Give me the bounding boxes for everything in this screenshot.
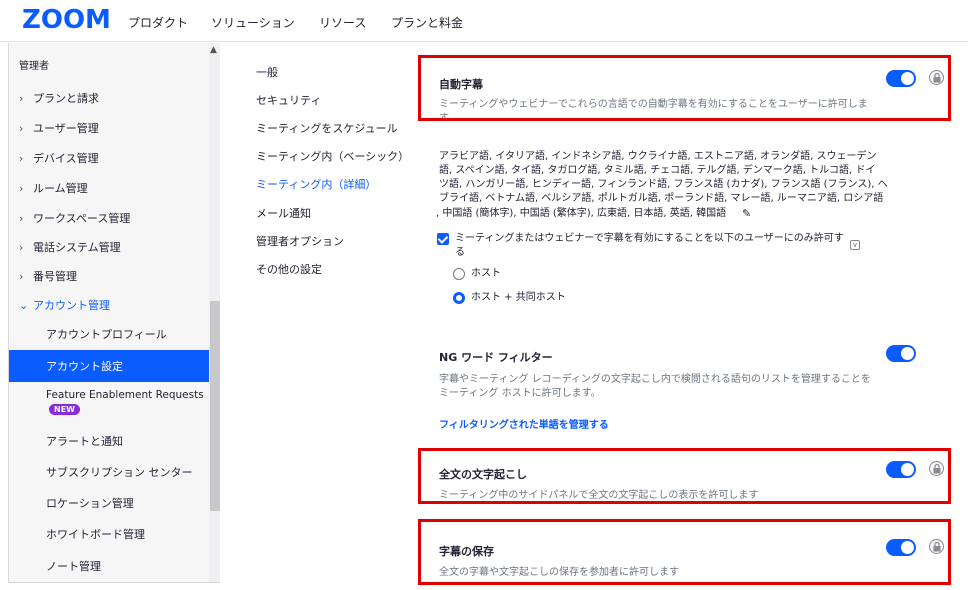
- chevron-down-icon: ⌄: [19, 298, 29, 312]
- sidebar-subitem-feature-enablement[interactable]: Feature Enablement Requests NEW: [9, 384, 209, 424]
- only-allow-checkbox[interactable]: [437, 233, 449, 245]
- sidebar-subitem-whiteboard-management[interactable]: ホワイトボード管理: [9, 519, 209, 549]
- highlight-box-save-caption: [418, 519, 951, 585]
- chevron-right-icon: ›: [19, 240, 24, 254]
- sidebar-subitem-location-management[interactable]: ロケーション管理: [9, 488, 209, 518]
- sidebar-subitem-alerts[interactable]: アラートと通知: [9, 426, 209, 456]
- nav-resources[interactable]: リソース: [319, 14, 366, 31]
- tab-in-meeting-basic[interactable]: ミーティング内（ベーシック）: [256, 148, 409, 164]
- sidebar-subitem-notes-management[interactable]: ノート管理: [9, 551, 209, 581]
- tab-general[interactable]: 一般: [256, 64, 278, 80]
- sidebar-subitem-subscription-center[interactable]: サブスクリプション センター: [9, 457, 209, 487]
- scroll-up-arrow-icon[interactable]: ▲: [210, 45, 217, 55]
- language-list-line-3: ツ語, ハンガリー語, ヒンディー語, フィンランド語, フランス語 (カナダ)…: [439, 179, 888, 190]
- new-badge: NEW: [49, 404, 80, 415]
- tab-security[interactable]: セキュリティ: [256, 92, 321, 108]
- chevron-right-icon: ›: [19, 151, 24, 165]
- info-icon[interactable]: v: [850, 240, 860, 250]
- language-list-line-4: ブライ語, ベトナム語, ベルシア語, ポルトガル語, ポーランド語, マレー語…: [439, 193, 884, 204]
- radio-host-label: ホスト: [471, 268, 501, 279]
- language-list-line-1: アラビア語, イタリア語, インドネシア語, ウクライナ語, エストニア語, オ…: [439, 151, 877, 162]
- sidebar-item-room-management[interactable]: › ルーム管理: [9, 173, 209, 203]
- radio-host-cohost[interactable]: [453, 292, 465, 304]
- tab-admin-options[interactable]: 管理者オプション: [256, 233, 344, 249]
- highlight-box-auto-caption: [418, 55, 951, 121]
- sidebar-item-account-management[interactable]: ⌄ アカウント管理: [9, 290, 209, 320]
- ng-filter-toggle[interactable]: [886, 345, 916, 362]
- sidebar-item-user-management[interactable]: › ユーザー管理: [9, 113, 209, 143]
- language-list-line-5: , 中国語 (簡体字), 中国語 (繁体字), 広東語, 日本語, 英語, 韓国…: [436, 208, 727, 219]
- sidebar-subitem-account-profile[interactable]: アカウントプロフィール: [9, 319, 209, 349]
- sidebar-item-number-management[interactable]: › 番号管理: [9, 261, 209, 291]
- chevron-right-icon: ›: [19, 181, 24, 195]
- admin-sidebar: 管理者 › プランと請求 › ユーザー管理 › デバイス管理 › ルーム管理 ›…: [8, 43, 220, 583]
- language-list-line-2: 語, スペイン語, タイ語, タガログ語, タミル語, チェコ語, テルグ語, …: [439, 165, 876, 176]
- ng-filter-description-line-1: 字幕やミーティング レコーディングの文字起こし内で検閲される語句のリストを管理す…: [439, 374, 871, 385]
- chevron-right-icon: ›: [19, 121, 24, 135]
- radio-host-cohost-label: ホスト + 共同ホスト: [471, 292, 566, 303]
- chevron-right-icon: ›: [19, 211, 24, 225]
- pencil-edit-icon[interactable]: ✎: [742, 207, 751, 220]
- sidebar-section-admin: 管理者: [19, 60, 49, 72]
- ng-filter-description-line-2: ミーティング ホストに許可します。: [439, 388, 601, 399]
- chevron-right-icon: ›: [19, 269, 24, 283]
- only-allow-checkbox-label-tail: る: [455, 247, 465, 258]
- zoom-logo[interactable]: ZOOM: [22, 5, 111, 35]
- tab-schedule-meeting[interactable]: ミーティングをスケジュール: [256, 120, 398, 136]
- tab-other-settings[interactable]: その他の設定: [256, 261, 322, 277]
- nav-plans-pricing[interactable]: プランと料金: [391, 14, 463, 31]
- only-allow-checkbox-label: ミーティングまたはウェビナーで字幕を有効にすることを以下のユーザーにのみ許可す: [455, 233, 844, 244]
- sidebar-scrollbar-thumb[interactable]: [210, 301, 220, 511]
- manage-filtered-words-link[interactable]: フィルタリングされた単語を管理する: [439, 416, 609, 431]
- sidebar-item-plans-billing[interactable]: › プランと請求: [9, 83, 209, 113]
- nav-product[interactable]: プロダクト: [128, 14, 188, 31]
- sidebar-item-device-management[interactable]: › デバイス管理: [9, 143, 209, 173]
- ng-filter-title: NG ワード フィルター: [439, 351, 553, 364]
- tab-in-meeting-advanced[interactable]: ミーティング内（詳細）: [256, 176, 376, 192]
- sidebar-item-workspace-management[interactable]: › ワークスペース管理: [9, 203, 209, 233]
- radio-host[interactable]: [453, 268, 465, 280]
- chevron-right-icon: ›: [19, 91, 24, 105]
- nav-solutions[interactable]: ソリューション: [211, 14, 295, 31]
- highlight-box-full-transcript: [418, 448, 951, 504]
- sidebar-subitem-account-settings[interactable]: アカウント設定: [9, 350, 209, 382]
- top-navigation: ZOOM プロダクト ソリューション リソース プランと料金: [0, 0, 968, 42]
- tab-email-notifications[interactable]: メール通知: [256, 205, 311, 221]
- sidebar-item-phone-system[interactable]: › 電話システム管理: [9, 232, 209, 262]
